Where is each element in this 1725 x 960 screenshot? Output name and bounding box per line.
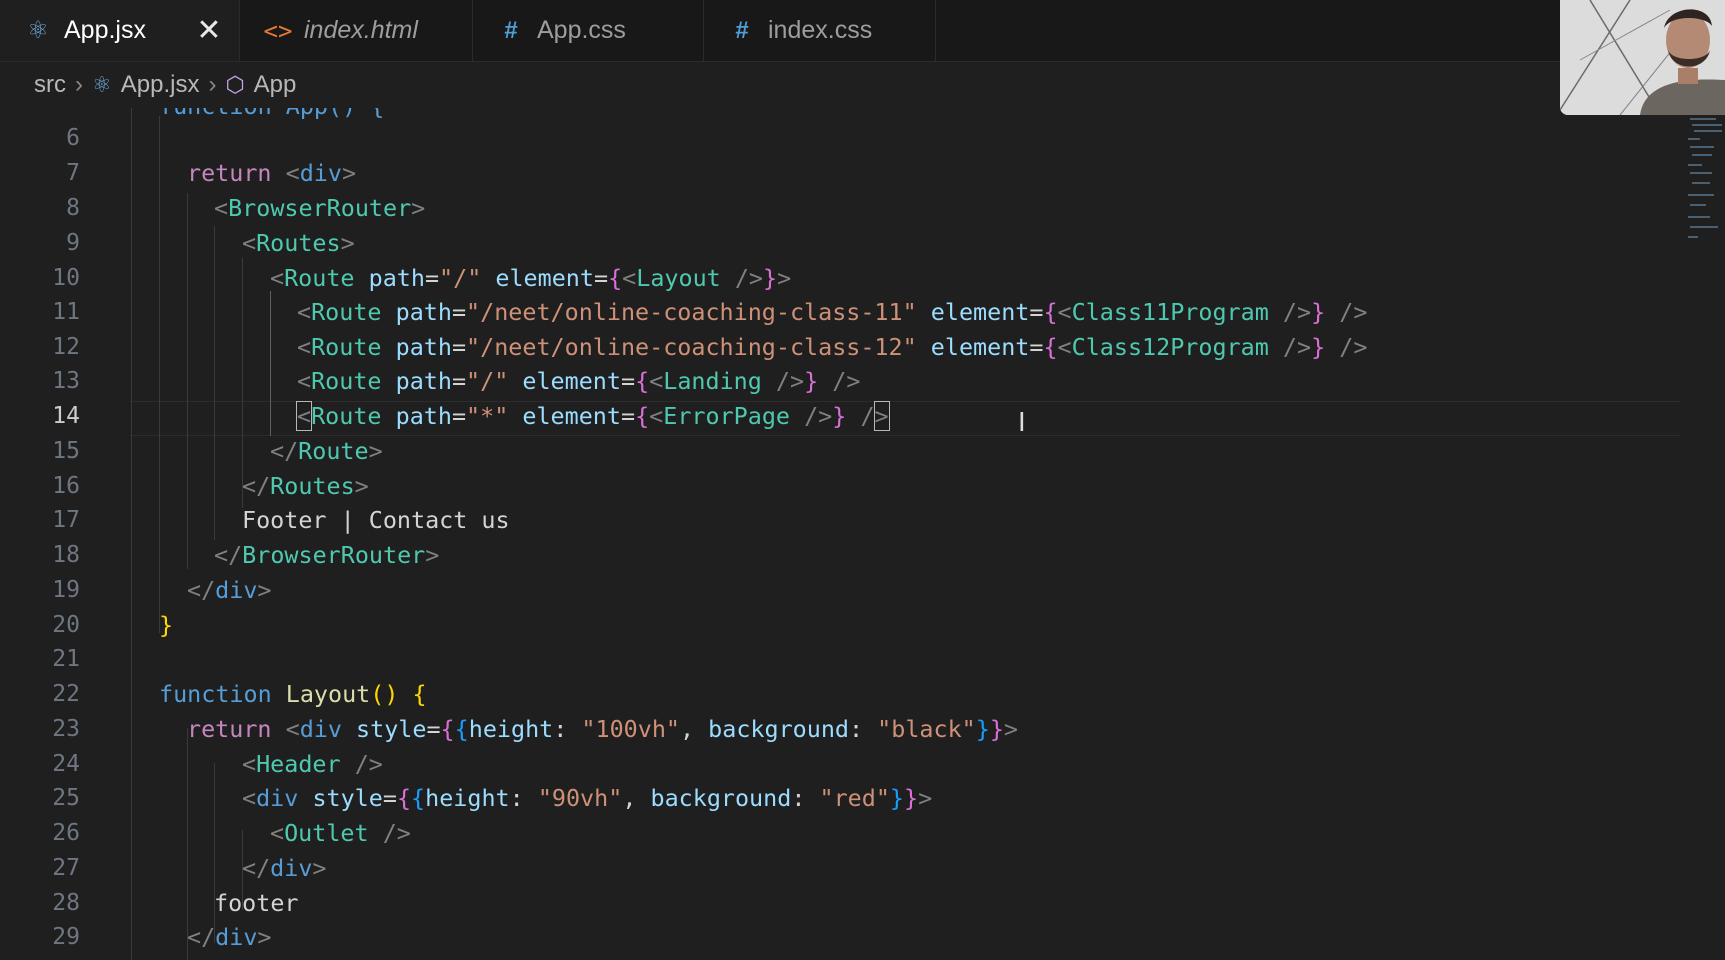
line-number: 28 [52, 890, 80, 916]
line-number: 10 [52, 265, 80, 291]
line-number: 27 [52, 855, 80, 881]
line-number: 15 [52, 438, 80, 464]
code-line: </div> [242, 854, 327, 882]
line-number: 24 [52, 751, 80, 777]
code-line-current: <Route path="*" element={<ErrorPage />} … [295, 401, 890, 431]
code-line: </div> [187, 576, 272, 604]
code-line: <Route path="/neet/online-coaching-class… [297, 333, 1368, 361]
code-layer: 6 7 8 9 10 11 12 13 14 15 16 17 18 19 20… [0, 0, 1690, 960]
line-number: 13 [52, 368, 80, 394]
code-line: </div> [187, 923, 272, 951]
code-line: } [159, 611, 174, 639]
line-number: 6 [66, 125, 80, 151]
text-cursor-icon: I [1018, 408, 1026, 438]
line-number: 18 [52, 542, 80, 568]
code-line: <Outlet /> [270, 819, 411, 847]
code-line: <BrowserRouter> [214, 194, 426, 222]
code-line: <Route path="/" element={<Landing />} /> [297, 367, 861, 395]
line-number: 7 [66, 160, 80, 186]
line-number: 26 [52, 820, 80, 846]
line-number: 11 [52, 299, 80, 325]
code-line: return <div> [187, 159, 357, 187]
presenter-photo [1560, 0, 1725, 115]
line-number: 16 [52, 473, 80, 499]
code-line: <Route path="/" element={<Layout />}> [270, 264, 792, 292]
code-line: footer [214, 889, 299, 917]
code-line: Footer | Contact us [242, 506, 510, 534]
code-line: </Route> [270, 437, 383, 465]
line-number: 20 [52, 612, 80, 638]
line-number: 9 [66, 230, 80, 256]
line-number: 19 [52, 577, 80, 603]
webcam-overlay [1560, 0, 1725, 115]
line-number: 12 [52, 334, 80, 360]
code-line: <div style={{height: "90vh", background:… [242, 784, 933, 812]
line-number: 21 [52, 646, 80, 672]
line-number: 22 [52, 681, 80, 707]
code-line: <Routes> [242, 229, 355, 257]
code-line: <Route path="/neet/online-coaching-class… [297, 298, 1368, 326]
line-number: 17 [52, 507, 80, 533]
vscode-window: ⚛ App.jsx ✕ <> index.html # App.css # in… [0, 0, 1725, 960]
line-number-current: 14 [52, 403, 80, 429]
line-number: 8 [66, 195, 80, 221]
code-line: <Header /> [242, 750, 383, 778]
line-number: 23 [52, 716, 80, 742]
line-number: 25 [52, 785, 80, 811]
minimap[interactable] [1686, 112, 1724, 272]
code-line: </BrowserRouter> [214, 541, 440, 569]
line-number: 29 [52, 924, 80, 950]
code-line: </Routes> [242, 472, 369, 500]
code-line: function Layout() { [159, 680, 427, 708]
code-line: return <div style={{height: "100vh", bac… [187, 715, 1019, 743]
